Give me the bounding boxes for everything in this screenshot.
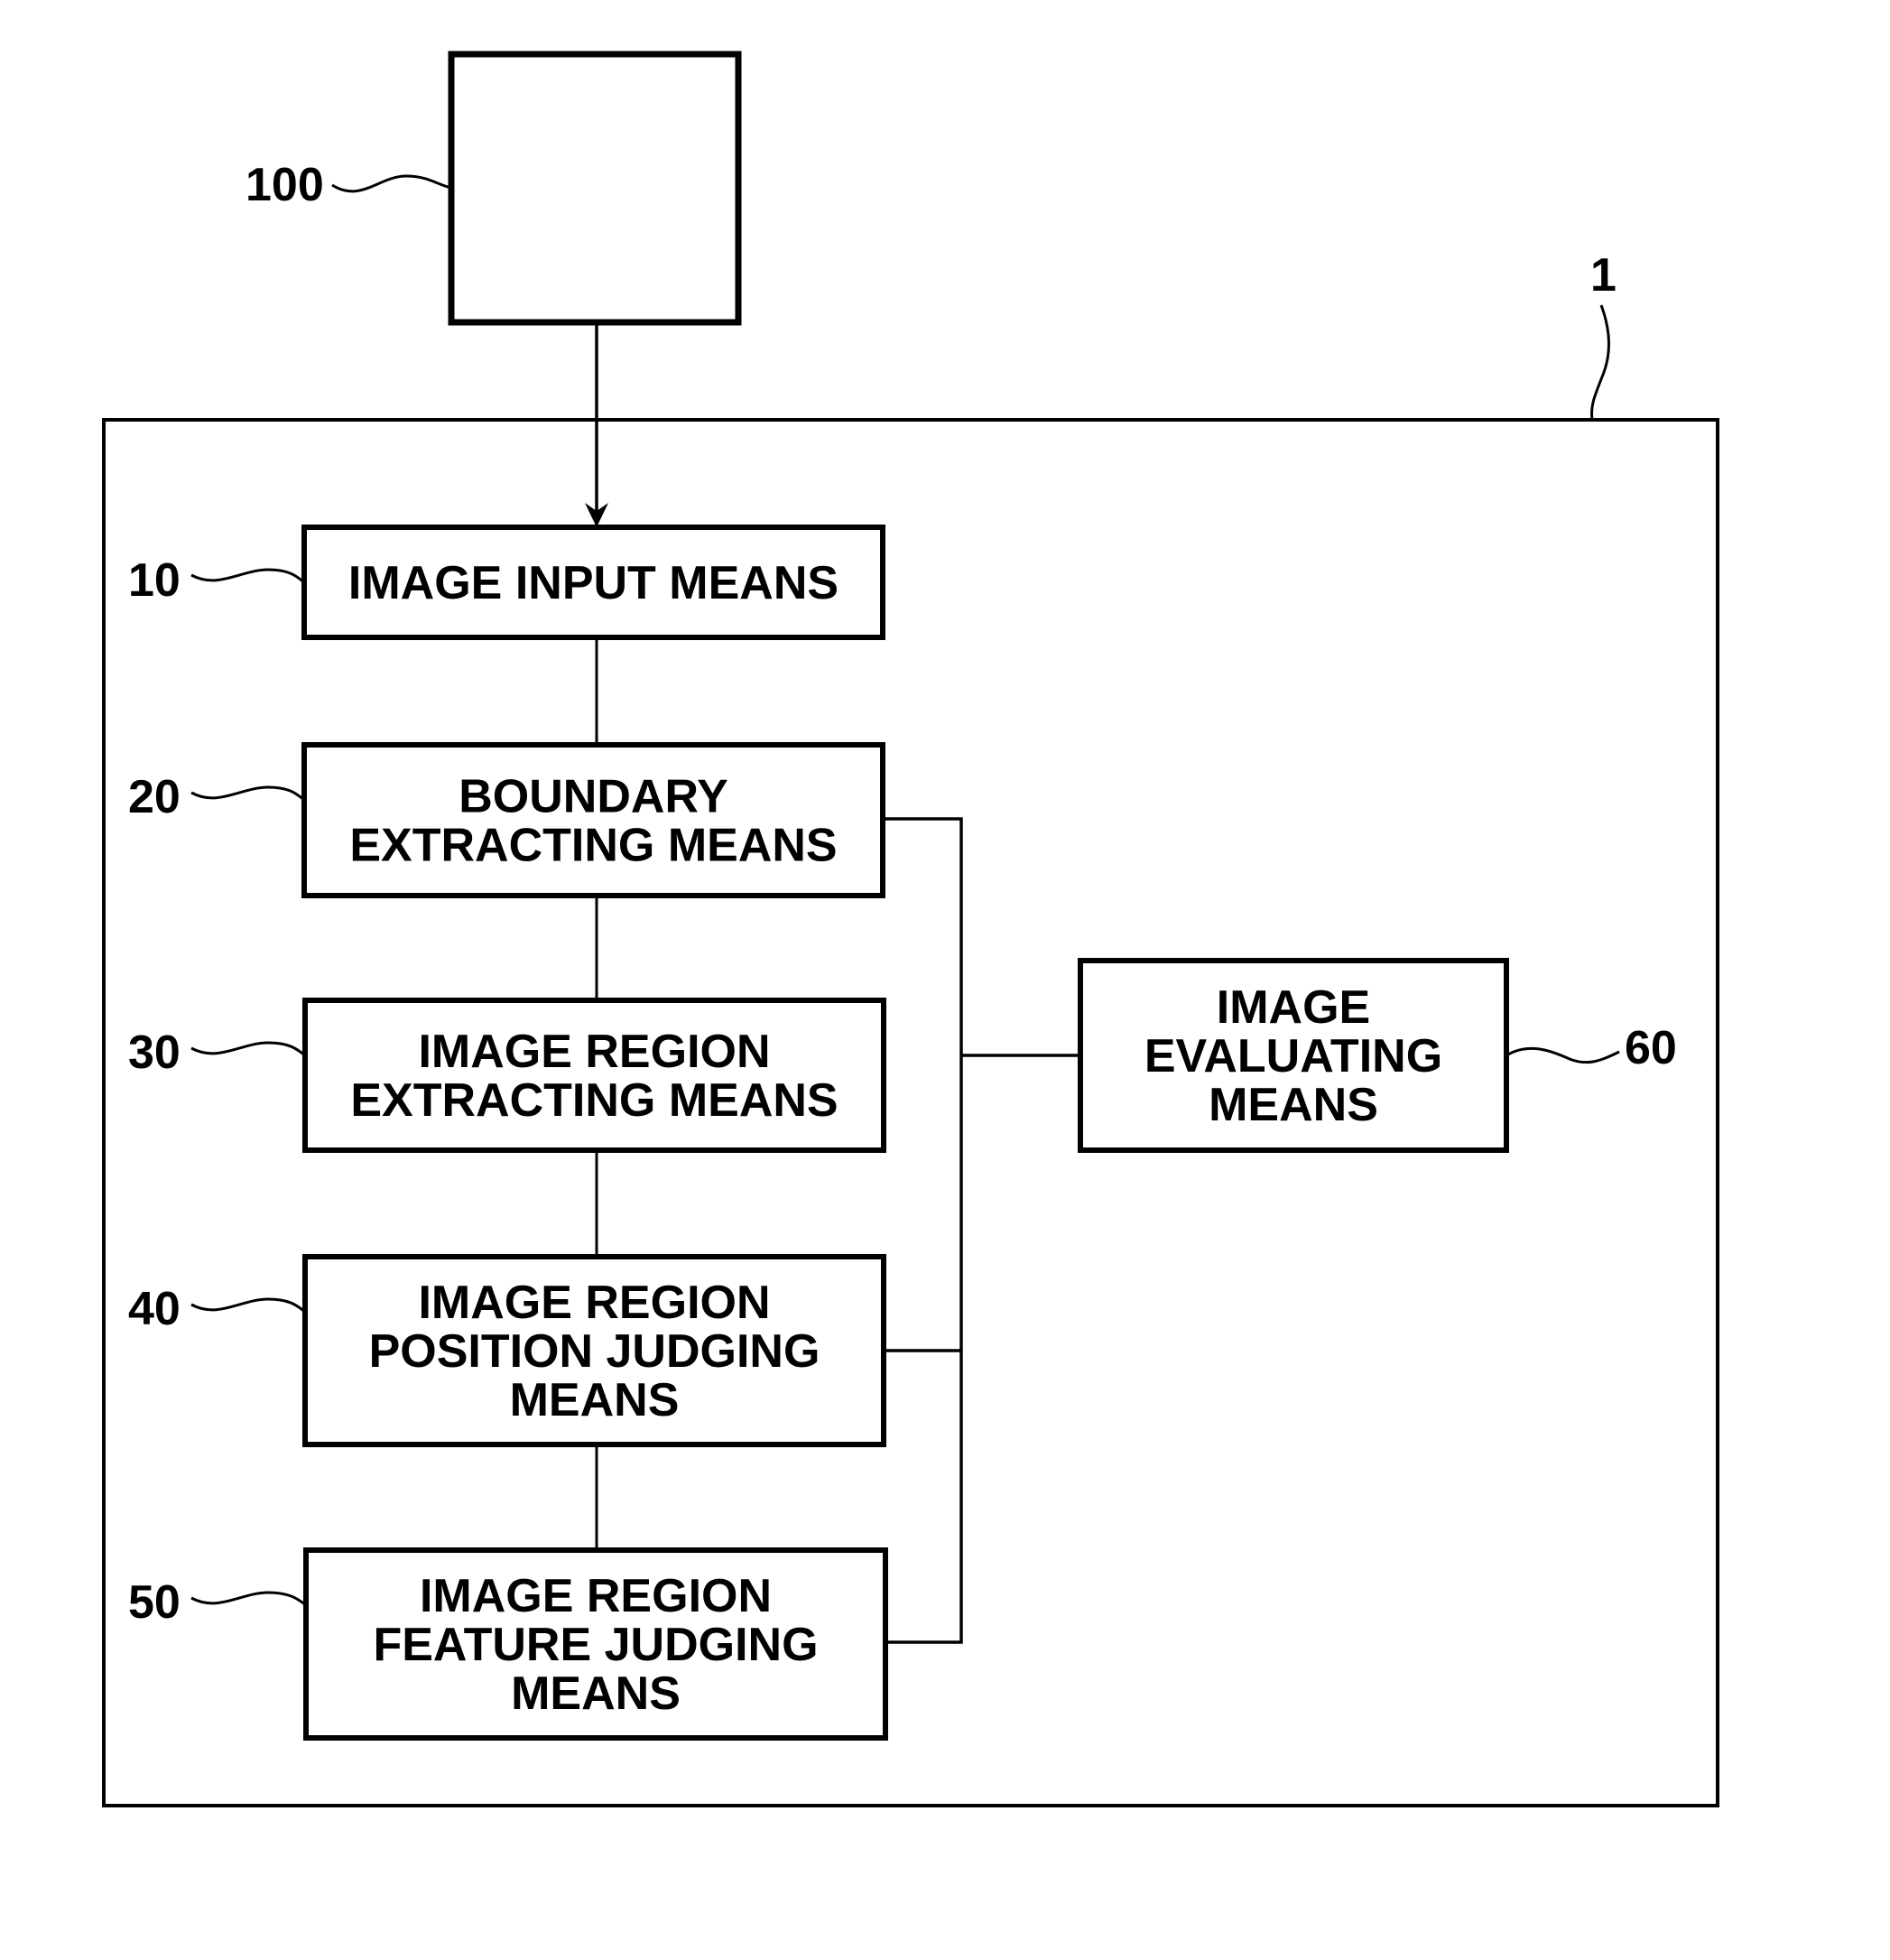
image-input-label-line: IMAGE INPUT MEANS [348, 557, 838, 609]
ref-label-50: 50 [128, 1576, 181, 1629]
image-evaluating-label-line: MEANS [1209, 1079, 1378, 1131]
external-device-box [448, 51, 742, 326]
ref-label-10: 10 [128, 554, 181, 607]
image-region-feature-judging-label-line: FEATURE JUDGING [373, 1619, 818, 1671]
ref-label-1: 1 [1590, 249, 1617, 302]
image-region-position-judging-label-line: POSITION JUDGING [369, 1325, 820, 1378]
image-evaluating-label-line: IMAGE [1217, 981, 1370, 1034]
image-region-feature-judging-label-line: MEANS [511, 1667, 681, 1720]
leader-line-40 [190, 1297, 306, 1314]
image-region-position-judging-label-line: MEANS [510, 1374, 680, 1426]
image-region-position-judging-label-line: IMAGE REGION [418, 1277, 770, 1329]
image-region-extracting-label-line: IMAGE REGION [418, 1026, 770, 1078]
bus-line [883, 817, 963, 1644]
boundary-extracting-label-line: BOUNDARY [459, 771, 728, 823]
ref-label-30: 30 [128, 1026, 181, 1079]
leader-line-60 [1506, 1046, 1620, 1064]
system-box [102, 418, 1719, 1807]
leader-line-50 [190, 1591, 307, 1607]
leader-line-100 [331, 174, 452, 193]
boundary-extracting-label-line: EXTRACTING MEANS [349, 820, 837, 872]
image-region-feature-judging-label-line: IMAGE REGION [420, 1570, 772, 1622]
leader-line-10 [190, 568, 305, 584]
ref-label-40: 40 [128, 1283, 181, 1335]
leader-line-20 [190, 785, 305, 802]
ref-label-20: 20 [128, 771, 181, 823]
leader-line-1 [1590, 304, 1610, 421]
image-evaluating-label-line: EVALUATING [1144, 1030, 1442, 1082]
block-diagram: 100 1 IMAGE INPUT MEANS10BOUNDARYEXTRACT… [102, 51, 1719, 1807]
ref-label-60: 60 [1625, 1022, 1677, 1074]
image-region-extracting-label-line: EXTRACTING MEANS [350, 1074, 838, 1127]
leader-line-30 [190, 1041, 306, 1057]
ref-label-100: 100 [246, 159, 324, 211]
